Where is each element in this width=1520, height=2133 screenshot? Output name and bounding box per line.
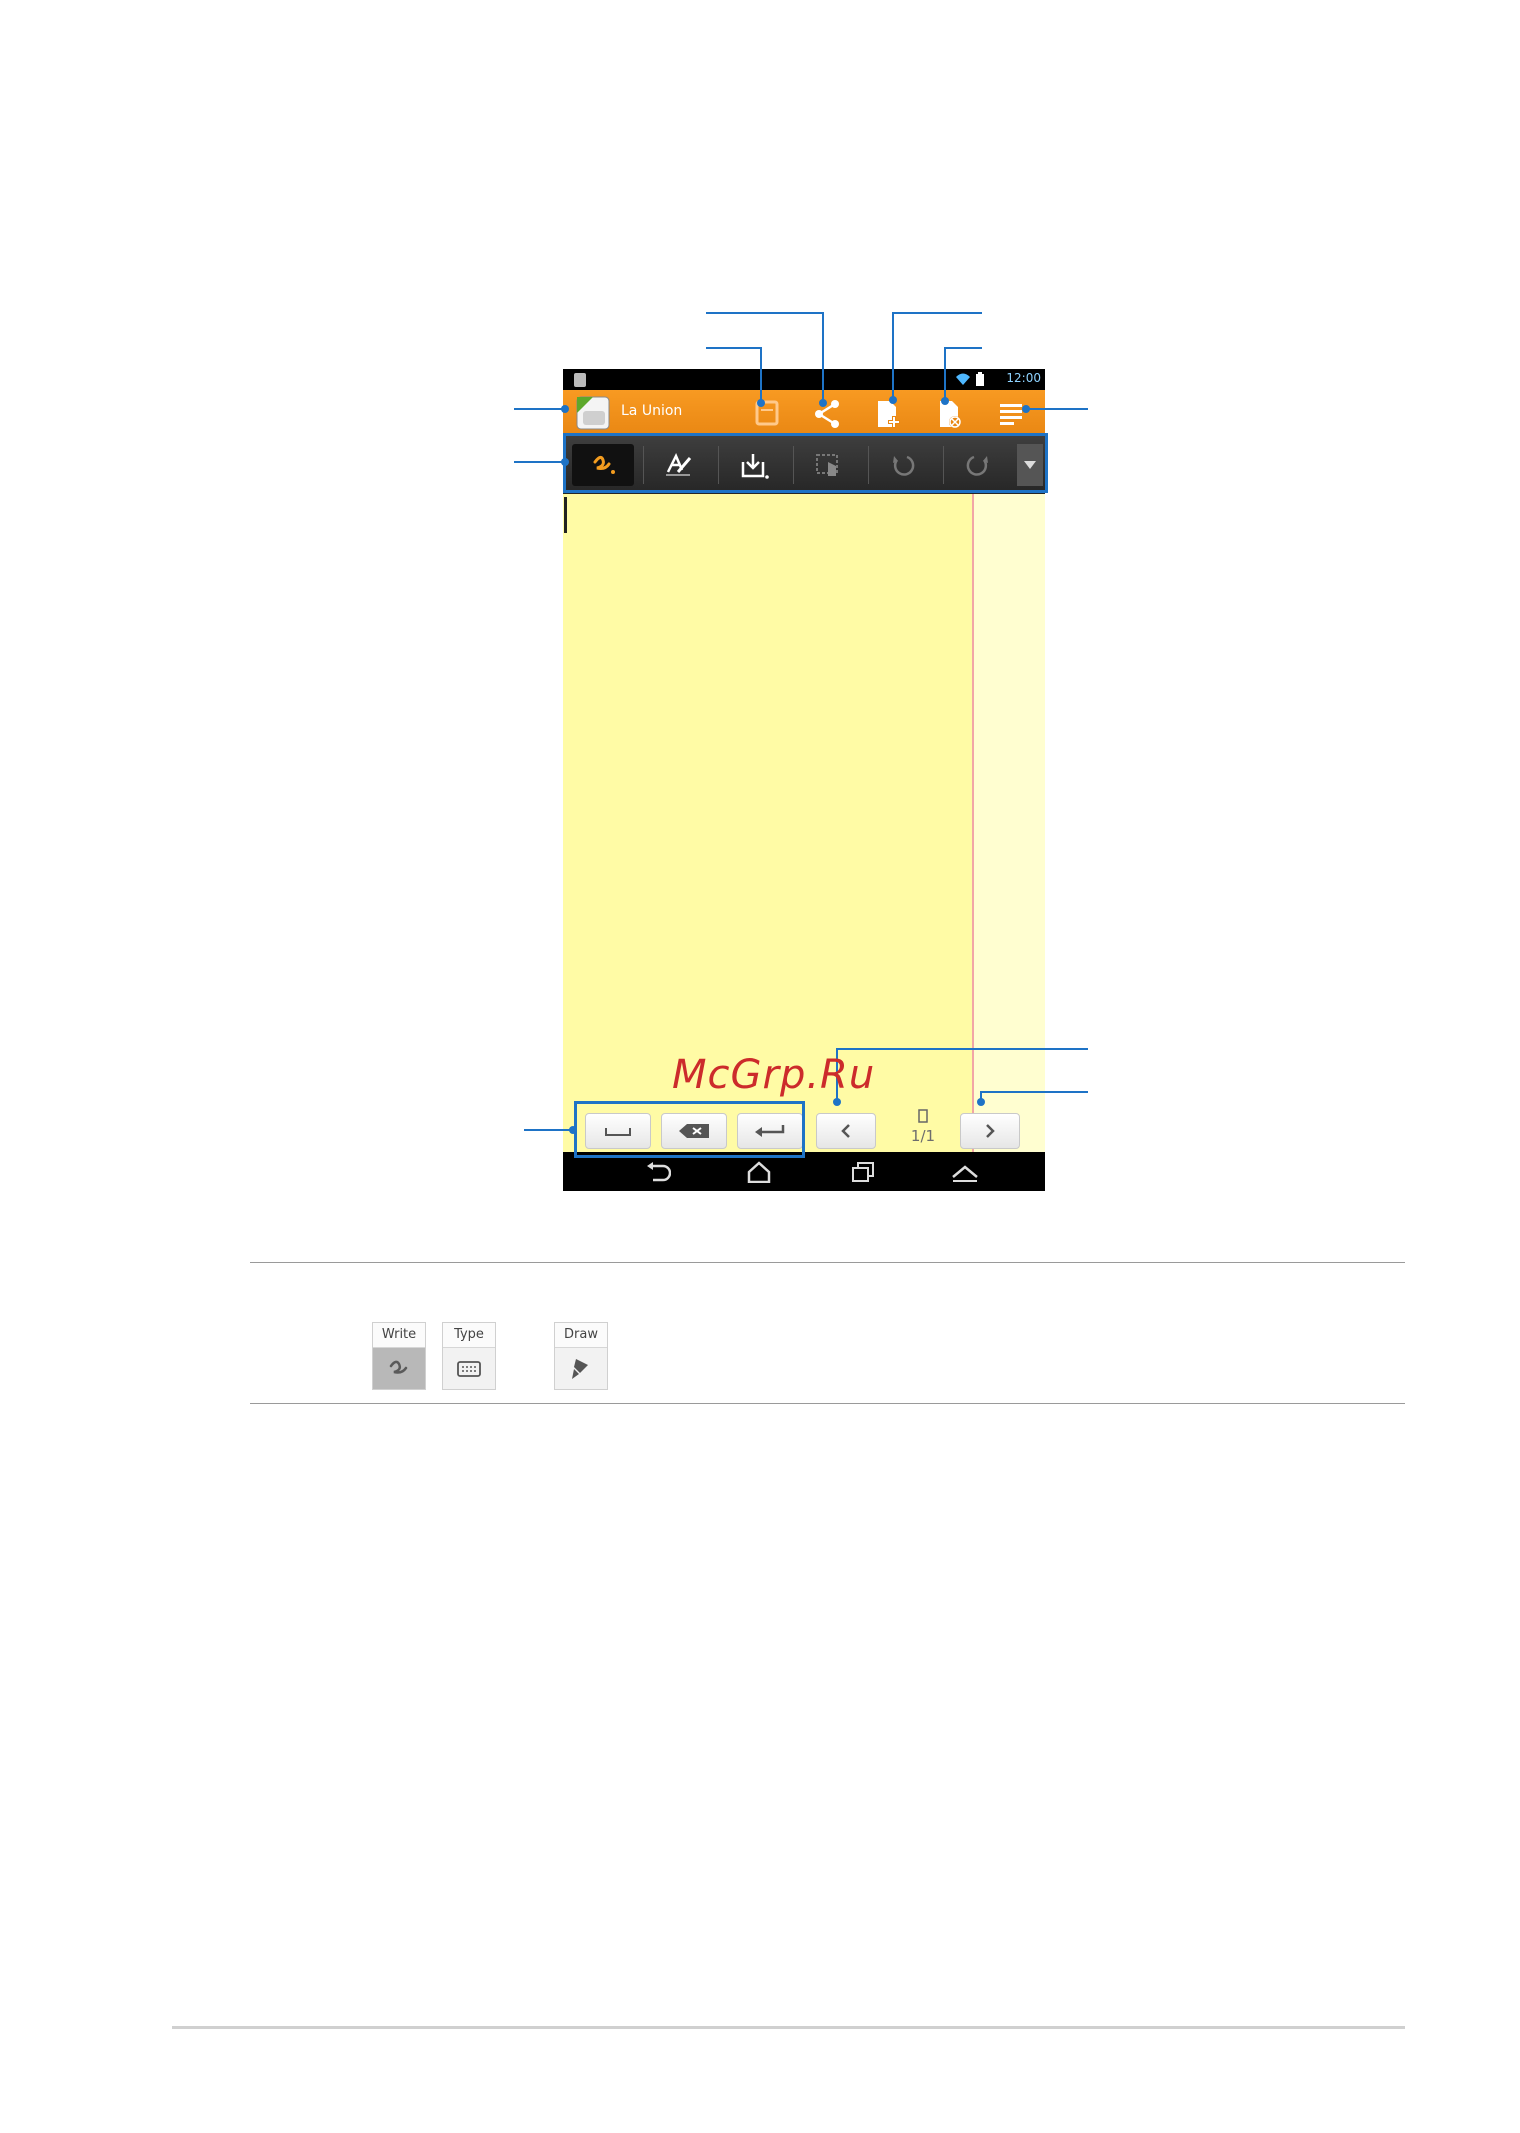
status-clock: 12:00 bbox=[1006, 371, 1041, 385]
footer-rule bbox=[172, 2026, 1405, 2029]
note-canvas[interactable] bbox=[563, 494, 972, 1104]
draw-mode-icon-area bbox=[555, 1348, 607, 1389]
recent-apps-nav-button[interactable] bbox=[843, 1160, 883, 1184]
pen-scribble-icon bbox=[389, 1360, 408, 1374]
text-cursor bbox=[564, 497, 567, 533]
brush-icon bbox=[572, 1358, 588, 1379]
add-page-icon bbox=[878, 401, 900, 428]
notebook-back-button[interactable] bbox=[567, 394, 613, 432]
chevron-right-icon bbox=[986, 1124, 995, 1138]
home-icon bbox=[747, 1161, 771, 1183]
menu-button[interactable] bbox=[994, 398, 1030, 430]
table-top-rule bbox=[250, 1262, 1405, 1263]
notebook-title: La Union bbox=[621, 403, 683, 419]
type-mode-icon-area bbox=[443, 1348, 495, 1389]
toolbar-highlight-box bbox=[563, 433, 1048, 493]
delete-page-button[interactable] bbox=[932, 398, 968, 430]
app-bar: La Union bbox=[563, 390, 1045, 436]
next-page-button[interactable] bbox=[960, 1113, 1020, 1149]
add-page-button[interactable] bbox=[870, 398, 906, 430]
share-icon bbox=[815, 400, 839, 428]
delete-page-icon bbox=[940, 401, 961, 428]
watermark: McGrp.Ru bbox=[672, 1052, 876, 1098]
wifi-icon bbox=[956, 373, 970, 385]
previous-page-button[interactable] bbox=[816, 1113, 876, 1149]
keyboard-icon bbox=[457, 1360, 481, 1377]
notebook-thumbnail-icon bbox=[576, 396, 610, 430]
draw-mode-label: Draw bbox=[555, 1323, 607, 1348]
recent-apps-icon bbox=[852, 1162, 874, 1182]
write-mode-tab[interactable]: Write bbox=[372, 1322, 426, 1390]
back-nav-button[interactable] bbox=[637, 1160, 677, 1184]
chevron-up-icon bbox=[952, 1165, 978, 1182]
menu-icon bbox=[1000, 404, 1022, 425]
menu-nav-button[interactable] bbox=[945, 1160, 985, 1184]
status-bar: 12:00 bbox=[563, 369, 1045, 390]
battery-icon bbox=[976, 372, 984, 386]
save-icon bbox=[755, 400, 779, 426]
note-margin-area bbox=[974, 494, 1045, 1191]
chevron-left-icon bbox=[841, 1124, 850, 1138]
draw-mode-tab[interactable]: Draw bbox=[554, 1322, 608, 1390]
home-nav-button[interactable] bbox=[739, 1160, 779, 1184]
page-indicator: 1/1 bbox=[898, 1109, 948, 1149]
back-icon bbox=[647, 1162, 671, 1182]
table-bottom-rule bbox=[250, 1403, 1405, 1404]
keys-highlight-box bbox=[574, 1101, 805, 1158]
notification-icon bbox=[574, 373, 586, 387]
type-mode-label: Type bbox=[443, 1323, 495, 1348]
write-mode-label: Write bbox=[373, 1323, 425, 1348]
save-button[interactable] bbox=[748, 398, 784, 430]
share-button[interactable] bbox=[809, 398, 845, 430]
page-number: 1/1 bbox=[910, 1127, 936, 1145]
write-mode-icon-area bbox=[373, 1348, 425, 1389]
page-icon bbox=[918, 1109, 928, 1123]
type-mode-tab[interactable]: Type bbox=[442, 1322, 496, 1390]
